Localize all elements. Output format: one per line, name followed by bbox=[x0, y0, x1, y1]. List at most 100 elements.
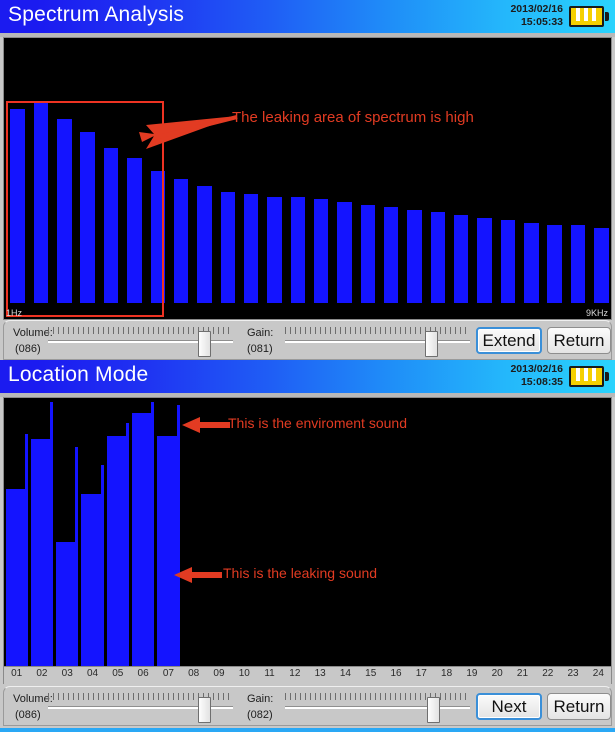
location-peak-marker bbox=[50, 402, 54, 666]
gain-label-location: Gain: bbox=[247, 693, 274, 705]
location-axis-tick: 24 bbox=[592, 668, 604, 679]
spectrum-bar bbox=[197, 186, 212, 303]
gain-slider-location[interactable] bbox=[285, 693, 470, 723]
spectrum-bar bbox=[500, 220, 516, 303]
location-axis-tick: 08 bbox=[188, 668, 200, 679]
volume-label: Volume: bbox=[13, 327, 53, 339]
location-titlebar: Location Mode 2013/02/16 15:08:35 bbox=[0, 360, 615, 393]
location-axis-tick: 19 bbox=[466, 668, 478, 679]
volume-slider-thumb-location[interactable] bbox=[198, 697, 211, 723]
spectrum-bar bbox=[313, 199, 329, 303]
gain-slider-track-location bbox=[285, 706, 470, 709]
location-bar bbox=[5, 489, 27, 666]
location-peak-marker bbox=[75, 446, 79, 666]
spectrum-titlebar: Spectrum Analysis 2013/02/16 15:05:33 bbox=[0, 0, 615, 33]
battery-icon-location bbox=[569, 366, 609, 387]
annotation-leaking-sound: This is the leaking sound bbox=[223, 565, 378, 581]
location-bar bbox=[106, 436, 128, 666]
location-bar bbox=[157, 436, 179, 666]
spectrum-bar bbox=[80, 132, 95, 303]
axis-label-left: 1Hz bbox=[6, 308, 23, 318]
spectrum-bar bbox=[547, 225, 562, 303]
gain-slider[interactable] bbox=[285, 327, 470, 357]
extend-button[interactable]: Extend bbox=[476, 327, 542, 354]
location-axis-tick: 05 bbox=[112, 668, 124, 679]
spectrum-bar bbox=[10, 108, 25, 303]
location-peak-marker bbox=[176, 404, 180, 666]
gain-slider-thumb-location[interactable] bbox=[427, 697, 440, 723]
spectrum-bar bbox=[220, 191, 236, 303]
location-axis-tick: 21 bbox=[516, 668, 529, 679]
spectrum-bar bbox=[524, 222, 539, 303]
location-bar bbox=[131, 412, 154, 666]
spectrum-bar bbox=[383, 207, 399, 303]
location-bar bbox=[30, 438, 53, 666]
spectrum-bar bbox=[103, 147, 119, 303]
axis-label-right: 9KHz bbox=[585, 308, 608, 318]
return-button-spectrum[interactable]: Return bbox=[547, 327, 611, 354]
gain-slider-ticks-location bbox=[285, 693, 470, 700]
volume-slider[interactable] bbox=[48, 327, 233, 357]
location-bar bbox=[56, 541, 78, 666]
location-axis-tick: 23 bbox=[567, 668, 579, 679]
location-axis-tick: 20 bbox=[491, 668, 503, 679]
gain-slider-track bbox=[285, 340, 470, 343]
spectrum-bar bbox=[337, 202, 352, 303]
location-axis-tick: 07 bbox=[162, 668, 174, 679]
location-bar bbox=[81, 494, 103, 666]
next-button[interactable]: Next bbox=[476, 693, 542, 720]
spectrum-bar bbox=[594, 227, 609, 303]
status-clock-spectrum: 2013/02/16 15:05:33 bbox=[510, 3, 563, 29]
location-chart[interactable]: This is the enviroment sound This is the… bbox=[3, 397, 612, 667]
location-axis-tick: 11 bbox=[264, 668, 275, 679]
location-axis-labels: 01 02 03 04 05 06 07 08 09 10 11 12 13 14 15 16 17 18 19 20… bbox=[3, 667, 612, 684]
spectrum-bar bbox=[127, 157, 142, 303]
page-title-location: Location Mode bbox=[8, 363, 149, 386]
spectrum-bar bbox=[570, 225, 586, 303]
gain-slider-thumb[interactable] bbox=[425, 331, 438, 357]
location-axis-tick: 15 bbox=[365, 668, 377, 679]
status-time: 15:05:33 bbox=[520, 16, 563, 28]
location-axis-tick: 18 bbox=[441, 668, 453, 679]
spectrum-bar bbox=[33, 100, 49, 303]
location-peak-marker bbox=[151, 402, 155, 666]
location-axis-tick: 14 bbox=[339, 668, 351, 679]
battery-icon bbox=[569, 6, 609, 27]
location-axis-tick: 17 bbox=[415, 668, 427, 679]
location-axis-tick: 02 bbox=[36, 668, 48, 679]
spectrum-bar bbox=[430, 212, 446, 303]
location-axis-tick: 22 bbox=[542, 668, 554, 679]
location-axis-tick: 01 bbox=[11, 668, 23, 679]
spectrum-bar bbox=[454, 214, 469, 303]
gain-value-location: (082) bbox=[247, 709, 273, 721]
return-button-location[interactable]: Return bbox=[547, 693, 611, 720]
location-axis-tick: 04 bbox=[86, 668, 99, 679]
location-axis-tick: 10 bbox=[238, 668, 250, 679]
location-axis-tick: 03 bbox=[61, 668, 73, 679]
location-axis-tick: 06 bbox=[137, 668, 149, 679]
spectrum-bar bbox=[360, 204, 376, 303]
spectrum-bar bbox=[290, 196, 306, 303]
volume-label-location: Volume: bbox=[13, 693, 53, 705]
volume-slider-location[interactable] bbox=[48, 693, 233, 723]
location-axis-tick: 12 bbox=[289, 668, 301, 679]
annotation-spectrum: The leaking area of spectrum is high bbox=[232, 109, 474, 126]
status-time-location: 15:08:35 bbox=[520, 376, 563, 388]
annotation-environment-sound: This is the enviroment sound bbox=[228, 415, 407, 431]
location-peak-marker bbox=[100, 465, 104, 666]
spectrum-plot-area bbox=[4, 38, 611, 319]
spectrum-control-bar: Volume: (086) Gain: (081) Extend Return bbox=[3, 320, 612, 360]
location-plot-area bbox=[4, 398, 611, 666]
spectrum-chart[interactable]: The leaking area of spectrum is high 1Hz… bbox=[3, 37, 612, 320]
location-axis-tick: 13 bbox=[314, 668, 326, 679]
spectrum-bar bbox=[173, 178, 189, 303]
volume-slider-thumb[interactable] bbox=[198, 331, 211, 357]
volume-value-location: (086) bbox=[15, 709, 41, 721]
page-title-spectrum: Spectrum Analysis bbox=[8, 3, 185, 26]
location-control-bar: Volume: (086) Gain: (082) Next Return bbox=[3, 686, 612, 726]
spectrum-bar bbox=[57, 119, 72, 303]
gain-label: Gain: bbox=[247, 327, 274, 339]
location-peak-marker bbox=[24, 433, 28, 666]
spectrum-bar bbox=[477, 217, 492, 303]
spectrum-bar bbox=[150, 170, 165, 303]
